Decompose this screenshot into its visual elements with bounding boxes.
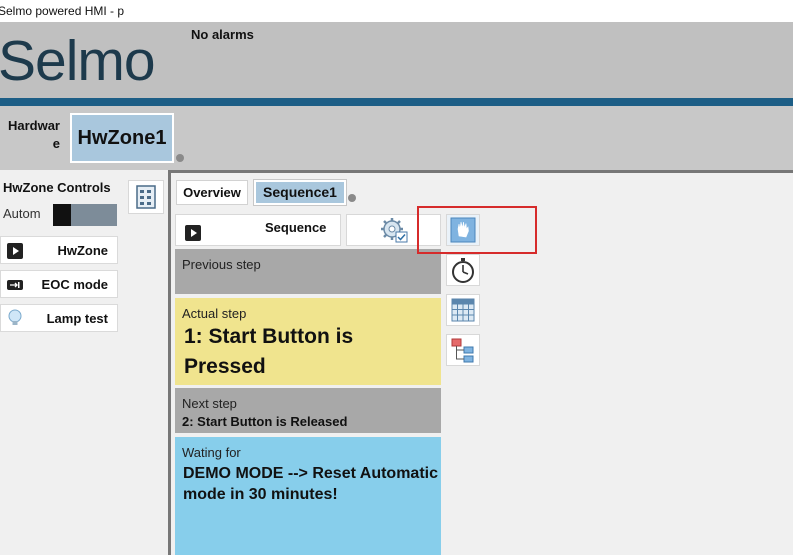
hwzone1-tab[interactable]: HwZone1 — [70, 113, 174, 163]
header-accent-bar — [0, 98, 793, 106]
hwzone-status-dot — [176, 154, 184, 162]
window-title: Selmo powered HMI - p — [0, 4, 125, 18]
lamp-icon — [8, 309, 22, 325]
previous-step-caption: Previous step — [182, 257, 261, 272]
hardware-label-text: Hardware — [7, 118, 60, 151]
hwzone-controls-panel: HwZone Controls Autom HwZone EOC mode La… — [0, 170, 170, 555]
hwzone-button[interactable]: HwZone — [0, 236, 118, 264]
io-view-button[interactable] — [128, 180, 164, 214]
highlight-box — [417, 206, 537, 254]
play-icon — [7, 243, 23, 259]
switch-knob[interactable] — [53, 204, 71, 226]
actual-step-caption: Actual step — [182, 306, 247, 321]
alarm-status[interactable]: No alarms — [191, 27, 254, 42]
waiting-for-caption: Wating for — [182, 445, 241, 460]
window-titlebar: Selmo powered HMI - p — [0, 0, 793, 22]
selmo-logo: Selmo — [0, 29, 156, 93]
next-step-caption: Next step — [182, 396, 237, 411]
sequence-button-label: Sequence — [265, 220, 327, 235]
main-left-border — [168, 170, 171, 555]
next-step-panel: Next step 2: Start Button is Released — [175, 388, 441, 433]
sequence-status-dot — [348, 194, 356, 202]
grid-icon — [451, 298, 475, 322]
sequence-button[interactable]: Sequence — [175, 214, 341, 246]
settings-gear-icon — [380, 218, 407, 243]
actual-step-panel: Actual step 1: Start Button is Pressed — [175, 298, 441, 385]
eoc-icon — [7, 280, 23, 290]
main-top-border — [168, 170, 793, 173]
hardware-bar: Hardware HwZone1 — [0, 106, 793, 170]
waiting-for-value: DEMO MODE --> Reset Automatic mode in 30… — [183, 465, 438, 503]
eoc-mode-button[interactable]: EOC mode — [0, 270, 118, 298]
tab-sequence1[interactable]: Sequence1 — [253, 179, 347, 206]
table-view-button[interactable] — [446, 294, 480, 326]
eoc-mode-button-label: EOC mode — [41, 277, 108, 292]
waiting-for-panel: Wating for DEMO MODE --> Reset Automatic… — [175, 437, 441, 555]
io-view-icon — [136, 185, 156, 209]
hardware-label: Hardware — [2, 117, 60, 153]
auto-mode-switch[interactable] — [53, 204, 117, 226]
tree-icon — [451, 338, 474, 363]
hwzone-button-label: HwZone — [57, 243, 108, 258]
next-step-value: 2: Start Button is Released — [182, 414, 348, 429]
mode-label: Autom — [3, 206, 41, 221]
app-header: Selmo No alarms — [0, 22, 793, 98]
play-icon — [185, 225, 201, 241]
previous-step-panel: Previous step — [175, 249, 441, 294]
controls-title: HwZone Controls — [3, 180, 111, 195]
tab-overview[interactable]: Overview — [176, 180, 248, 205]
stopwatch-icon — [452, 258, 474, 283]
lamp-test-button-label: Lamp test — [46, 311, 108, 326]
actual-step-value: 1: Start Button is Pressed — [184, 325, 354, 378]
lamp-test-button[interactable]: Lamp test — [0, 304, 118, 332]
timing-button[interactable] — [446, 254, 480, 286]
tree-view-button[interactable] — [446, 334, 480, 366]
